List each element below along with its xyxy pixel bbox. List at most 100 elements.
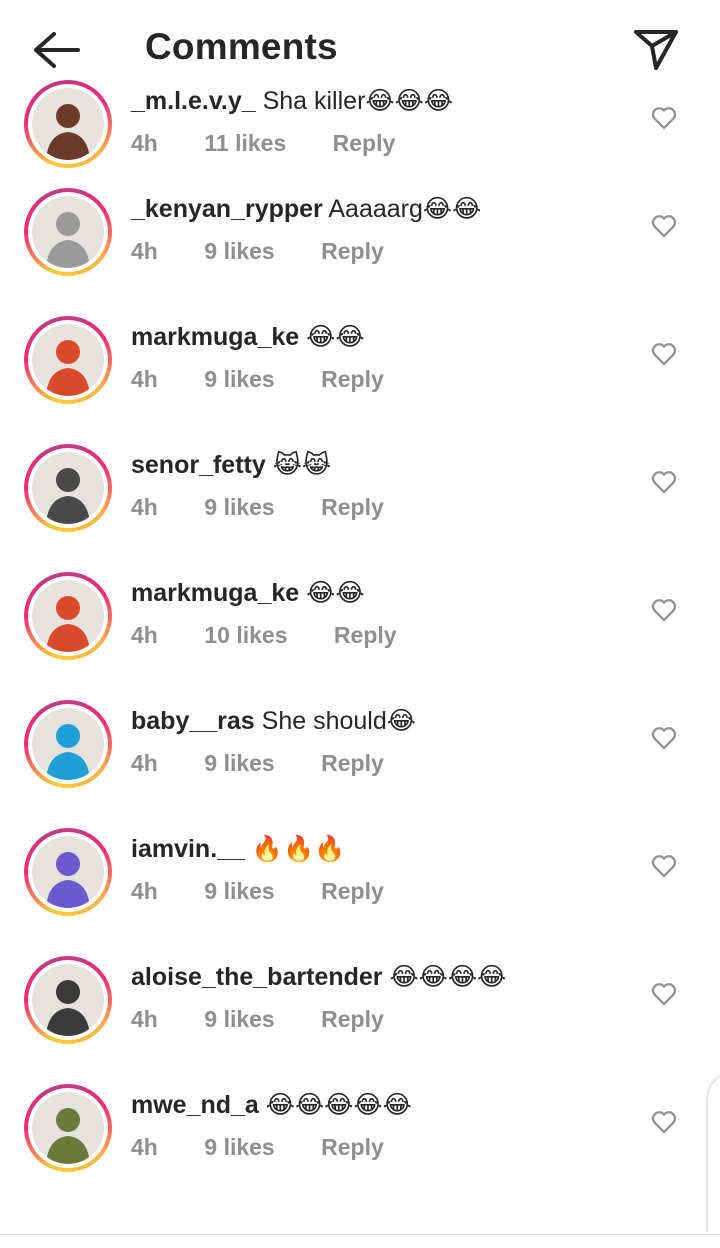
comment-body: Sha killer😂😂😂 [262, 87, 454, 115]
reply-button[interactable]: Reply [321, 1134, 384, 1161]
comment-row: iamvin.__ 🔥🔥🔥 4h 9 likes Reply [0, 828, 720, 956]
heart-icon [651, 855, 677, 878]
comment-time: 4h [131, 494, 158, 520]
comment-likes[interactable]: 9 likes [204, 878, 274, 905]
comment-text: baby__ras She should😂 [131, 706, 416, 736]
avatar[interactable] [24, 80, 112, 168]
comment-text: markmuga_ke 😂😂 [131, 578, 365, 608]
reply-button[interactable]: Reply [321, 750, 384, 777]
avatar[interactable] [24, 828, 112, 916]
comment-text: markmuga_ke 😂😂 [131, 322, 365, 352]
reply-button[interactable]: Reply [321, 366, 384, 393]
comment-likes[interactable]: 9 likes [204, 750, 274, 777]
avatar[interactable] [24, 572, 112, 660]
comment-meta: 4h 9 likes Reply [131, 878, 384, 905]
comment-body: 😂😂 [306, 323, 365, 351]
divider [0, 1234, 720, 1235]
comment-row: aloise_the_bartender 😂😂😂😂 4h 9 likes Rep… [0, 956, 720, 1084]
like-button[interactable] [651, 982, 677, 1006]
reply-button[interactable]: Reply [333, 130, 396, 157]
comment-body: 🔥🔥🔥 [251, 835, 346, 863]
comment-row: senor_fetty 😹😹 4h 9 likes Reply [0, 444, 720, 572]
like-button[interactable] [651, 470, 677, 494]
reply-button[interactable]: Reply [321, 1006, 384, 1033]
avatar[interactable] [24, 700, 112, 788]
heart-icon [651, 343, 677, 366]
comment-likes[interactable]: 9 likes [204, 1006, 274, 1033]
comment-likes[interactable]: 9 likes [204, 366, 274, 393]
comment-row: markmuga_ke 😂😂 4h 10 likes Reply [0, 572, 720, 700]
comment-username[interactable]: markmuga_ke [131, 579, 299, 607]
reply-button[interactable]: Reply [321, 494, 384, 521]
comment-likes[interactable]: 9 likes [204, 494, 274, 521]
comment-username[interactable]: _kenyan_rypper [131, 195, 323, 223]
avatar-image [32, 324, 104, 396]
scroll-edge-indicator [706, 1070, 720, 1232]
share-button[interactable] [630, 24, 682, 72]
avatar[interactable] [24, 188, 112, 276]
reply-button[interactable]: Reply [334, 622, 397, 649]
comment-text: iamvin.__ 🔥🔥🔥 [131, 834, 345, 864]
heart-icon [651, 599, 677, 622]
comment-row: _m.l.e.v.y_ Sha killer😂😂😂 4h 11 likes Re… [0, 80, 720, 188]
comment-time: 4h [131, 130, 158, 156]
comment-body: 😂😂😂😂 [389, 963, 507, 991]
comment-time: 4h [131, 238, 158, 264]
avatar[interactable] [24, 444, 112, 532]
comment-row: markmuga_ke 😂😂 4h 9 likes Reply [0, 316, 720, 444]
avatar[interactable] [24, 1084, 112, 1172]
avatar-image [32, 196, 104, 268]
comment-row: mwe_nd_a 😂😂😂😂😂 4h 9 likes Reply [0, 1084, 720, 1212]
heart-icon [651, 1111, 677, 1134]
avatar-image [32, 88, 104, 160]
like-button[interactable] [651, 106, 677, 130]
heart-icon [651, 983, 677, 1006]
avatar[interactable] [24, 316, 112, 404]
comment-meta: 4h 9 likes Reply [131, 366, 384, 393]
comments-list: _m.l.e.v.y_ Sha killer😂😂😂 4h 11 likes Re… [0, 80, 720, 1212]
comment-username[interactable]: aloise_the_bartender [131, 963, 383, 991]
comment-body: Aaaaarg😂😂 [328, 195, 482, 223]
comment-meta: 4h 11 likes Reply [131, 130, 395, 157]
reply-button[interactable]: Reply [321, 238, 384, 265]
heart-icon [651, 215, 677, 238]
comment-meta: 4h 9 likes Reply [131, 1134, 384, 1161]
comment-time: 4h [131, 1006, 158, 1032]
like-button[interactable] [651, 854, 677, 878]
avatar-image [32, 964, 104, 1036]
paper-plane-icon [634, 30, 678, 70]
comment-meta: 4h 10 likes Reply [131, 622, 397, 649]
comment-likes[interactable]: 11 likes [204, 130, 286, 157]
comment-body: 😂😂😂😂😂 [265, 1091, 412, 1119]
comment-username[interactable]: baby__ras [131, 707, 255, 735]
comment-username[interactable]: markmuga_ke [131, 323, 299, 351]
comment-likes[interactable]: 9 likes [204, 1134, 274, 1161]
back-button[interactable] [28, 28, 84, 72]
avatar[interactable] [24, 956, 112, 1044]
like-button[interactable] [651, 342, 677, 366]
comment-meta: 4h 9 likes Reply [131, 750, 384, 777]
heart-icon [651, 107, 677, 130]
arrow-left-icon [34, 32, 80, 68]
like-button[interactable] [651, 598, 677, 622]
comment-body: She should😂 [261, 707, 416, 735]
like-button[interactable] [651, 1110, 677, 1134]
like-button[interactable] [651, 214, 677, 238]
comment-text: _m.l.e.v.y_ Sha killer😂😂😂 [131, 86, 453, 116]
comment-time: 4h [131, 622, 158, 648]
avatar-image [32, 1092, 104, 1164]
comment-username[interactable]: iamvin.__ [131, 835, 245, 863]
comment-time: 4h [131, 366, 158, 392]
comment-row: baby__ras She should😂 4h 9 likes Reply [0, 700, 720, 828]
comment-username[interactable]: senor_fetty [131, 451, 266, 479]
reply-button[interactable]: Reply [321, 878, 384, 905]
comment-likes[interactable]: 10 likes [204, 622, 287, 649]
comment-meta: 4h 9 likes Reply [131, 1006, 384, 1033]
like-button[interactable] [651, 726, 677, 750]
comment-meta: 4h 9 likes Reply [131, 494, 384, 521]
comment-text: mwe_nd_a 😂😂😂😂😂 [131, 1090, 412, 1120]
comment-body: 😂😂 [306, 579, 365, 607]
comment-likes[interactable]: 9 likes [204, 238, 274, 265]
comment-username[interactable]: _m.l.e.v.y_ [131, 87, 256, 115]
comment-username[interactable]: mwe_nd_a [131, 1091, 259, 1119]
